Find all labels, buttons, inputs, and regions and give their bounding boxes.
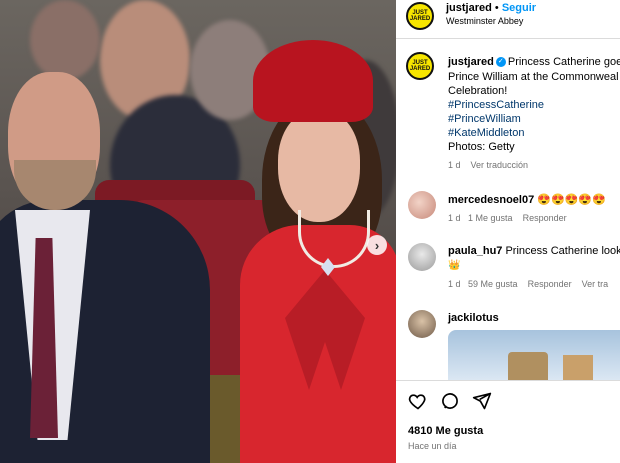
comment-icon [442, 393, 458, 409]
hashtag-link[interactable]: #PrinceWilliam [448, 113, 521, 125]
crown-emoji: 👑 [448, 260, 461, 271]
next-photo-button[interactable]: › [367, 235, 387, 255]
likes-count[interactable]: 4810 Me gusta [408, 425, 483, 437]
author-name[interactable]: justjared [446, 2, 492, 14]
caption-line-3: Celebration! [448, 85, 508, 97]
heart-icon [408, 394, 426, 410]
like-button[interactable] [408, 391, 428, 416]
caption-author[interactable]: justjared [448, 56, 494, 68]
caption-avatar[interactable]: JUST JARED [406, 52, 434, 80]
post-panel: JUST JARED justjared • Seguir Westminster… [396, 0, 620, 463]
separator-dot: • [494, 2, 499, 14]
chevron-right-icon: › [374, 237, 380, 253]
hashtag-link[interactable]: #KateMiddleton [448, 127, 524, 139]
comment-button[interactable] [440, 391, 460, 416]
comment-text: Princess Catherine looks [505, 245, 620, 257]
comment-image[interactable] [448, 330, 620, 380]
share-button[interactable] [472, 391, 492, 416]
verified-icon: ✓ [495, 57, 506, 68]
reply-button[interactable]: Responder [523, 213, 567, 223]
red-hat [253, 40, 373, 122]
comment-text: 😍😍😍😍😍 [537, 194, 606, 206]
commenter-name[interactable]: mercedesnoel07 [448, 194, 534, 206]
actions-divider [396, 380, 620, 381]
commenter-avatar[interactable] [408, 191, 436, 219]
commenter-avatar[interactable] [408, 310, 436, 338]
see-translation-link[interactable]: Ver tra [582, 279, 609, 289]
comment-time: 1 d [448, 279, 461, 289]
location-link[interactable]: Westminster Abbey [446, 16, 523, 26]
commenter-name[interactable]: jackilotus [448, 312, 499, 324]
caption-time: 1 d [448, 160, 461, 170]
header-divider [396, 38, 620, 39]
see-translation-link[interactable]: Ver traducción [471, 160, 529, 170]
comment-time: 1 d [448, 213, 461, 223]
follow-button[interactable]: Seguir [502, 2, 536, 14]
commenter-name[interactable]: paula_hu7 [448, 245, 502, 257]
reply-button[interactable]: Responder [528, 279, 572, 289]
author-avatar[interactable]: JUST JARED [406, 2, 434, 30]
comment-likes[interactable]: 59 Me gusta [468, 279, 518, 289]
hashtag-link[interactable]: #PrincessCatherine [448, 99, 544, 111]
comment-likes[interactable]: 1 Me gusta [468, 213, 513, 223]
caption-line-1: Princess Catherine goe [507, 56, 620, 68]
commenter-avatar[interactable] [408, 243, 436, 271]
photo-credit: Photos: Getty [448, 141, 515, 153]
post-time: Hace un día [408, 441, 457, 451]
caption-line-2: Prince William at the Commonweal [448, 71, 619, 83]
post-photo[interactable]: › [0, 0, 396, 463]
share-icon [472, 392, 492, 410]
